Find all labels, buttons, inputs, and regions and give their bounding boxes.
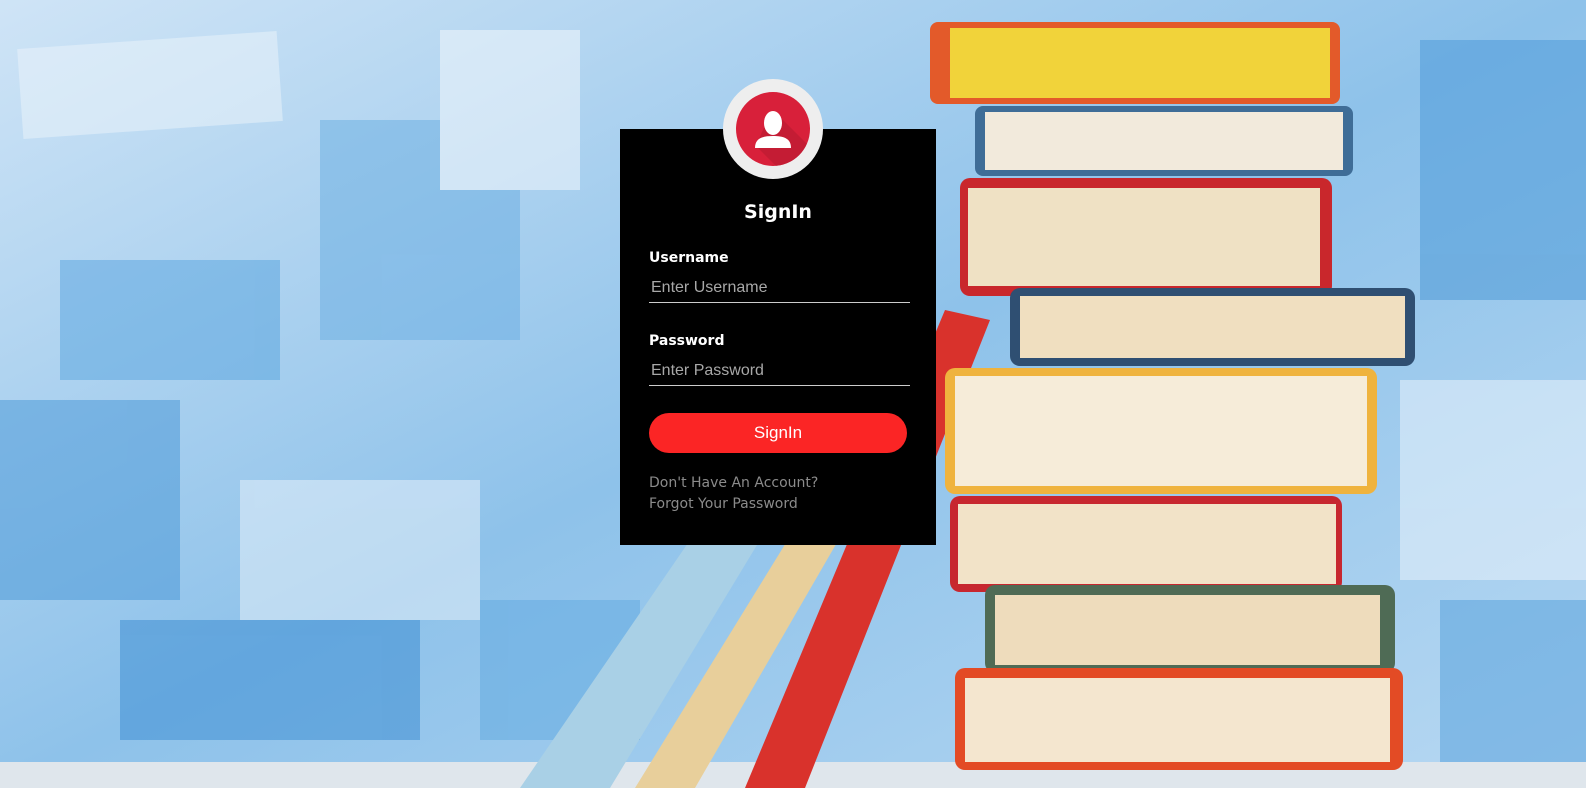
username-label: Username: [649, 250, 729, 266]
register-link[interactable]: Don't Have An Account?: [649, 475, 818, 491]
password-input[interactable]: [649, 356, 910, 386]
password-label: Password: [649, 333, 725, 349]
signin-card: SignIn Username Password SignIn Don't Ha…: [620, 129, 936, 545]
username-input[interactable]: [649, 273, 910, 303]
user-icon: [736, 92, 810, 166]
signin-title: SignIn: [744, 201, 812, 223]
signin-button[interactable]: SignIn: [649, 413, 907, 453]
avatar: [723, 79, 823, 179]
forgot-password-link[interactable]: Forgot Your Password: [649, 496, 798, 512]
